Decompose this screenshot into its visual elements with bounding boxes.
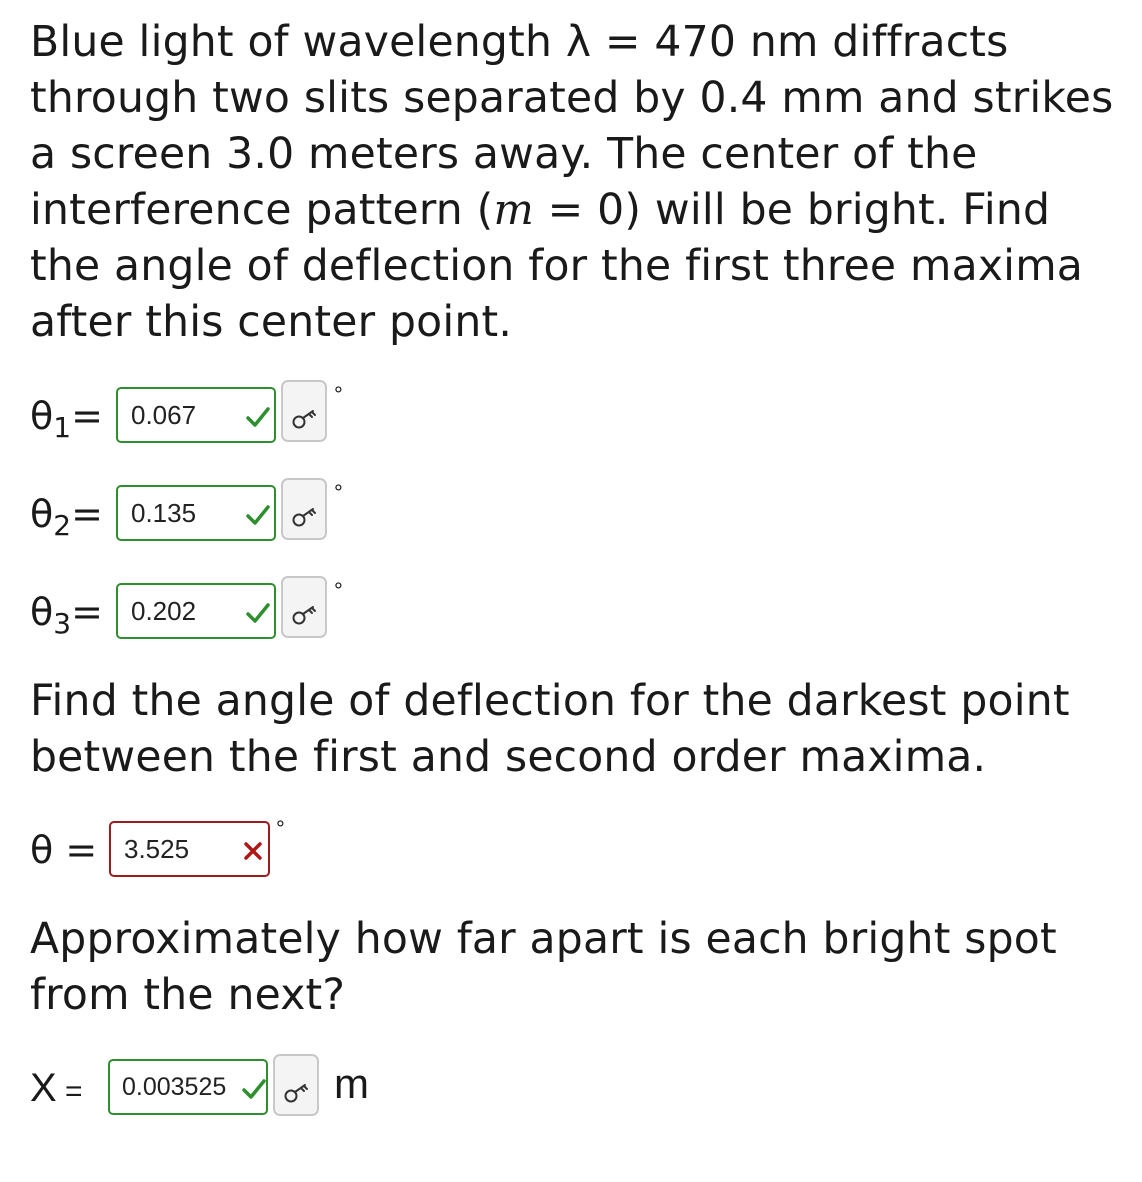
red-x-icon: [244, 842, 262, 860]
green-checkmark-icon: [242, 1079, 266, 1099]
dark-theta-unit: °: [276, 816, 285, 841]
key-icon: [292, 410, 316, 429]
theta-3-label: θ3=: [30, 590, 103, 640]
x-input-box: [108, 1059, 268, 1115]
theta-2-input-box: [116, 485, 276, 541]
key-icon: [292, 508, 316, 527]
dark-theta-input-box: [109, 821, 270, 877]
theta-3-input-box: [116, 583, 276, 639]
theta-2-key-button[interactable]: [281, 478, 327, 540]
answer-row-x: X = m: [30, 1054, 390, 1118]
answer-row-theta-3: θ3= °: [30, 576, 370, 642]
theta-1-label: θ1=: [30, 394, 103, 444]
theta-1-key-button[interactable]: [281, 380, 327, 442]
question-part-2: Find the angle of deflection for the dar…: [30, 677, 1070, 782]
theta-1-unit: °: [334, 382, 343, 407]
green-checkmark-icon: [246, 505, 270, 525]
answer-row-dark-theta: θ = °: [30, 816, 310, 880]
x-key-button[interactable]: [273, 1054, 319, 1116]
x-unit: m: [334, 1060, 369, 1107]
theta-1-input-box: [116, 387, 276, 443]
theta-2-label: θ2=: [30, 492, 103, 542]
x-label: X =: [30, 1066, 83, 1110]
green-checkmark-icon: [246, 407, 270, 427]
key-icon: [284, 1084, 308, 1103]
theta-3-key-button[interactable]: [281, 576, 327, 638]
question-part-3: Approximately how far apart is each brig…: [30, 915, 1057, 1020]
answer-row-theta-1: θ1= °: [30, 380, 370, 446]
theta-2-unit: °: [334, 480, 343, 505]
dark-theta-label: θ =: [30, 828, 98, 872]
key-icon: [292, 606, 316, 625]
variable-m: m: [493, 186, 534, 235]
question-intro: Blue light of wavelength λ = 470 nm diff…: [30, 15, 1120, 351]
answer-row-theta-2: θ2= °: [30, 478, 370, 544]
theta-3-unit: °: [334, 578, 343, 603]
green-checkmark-icon: [246, 603, 270, 623]
